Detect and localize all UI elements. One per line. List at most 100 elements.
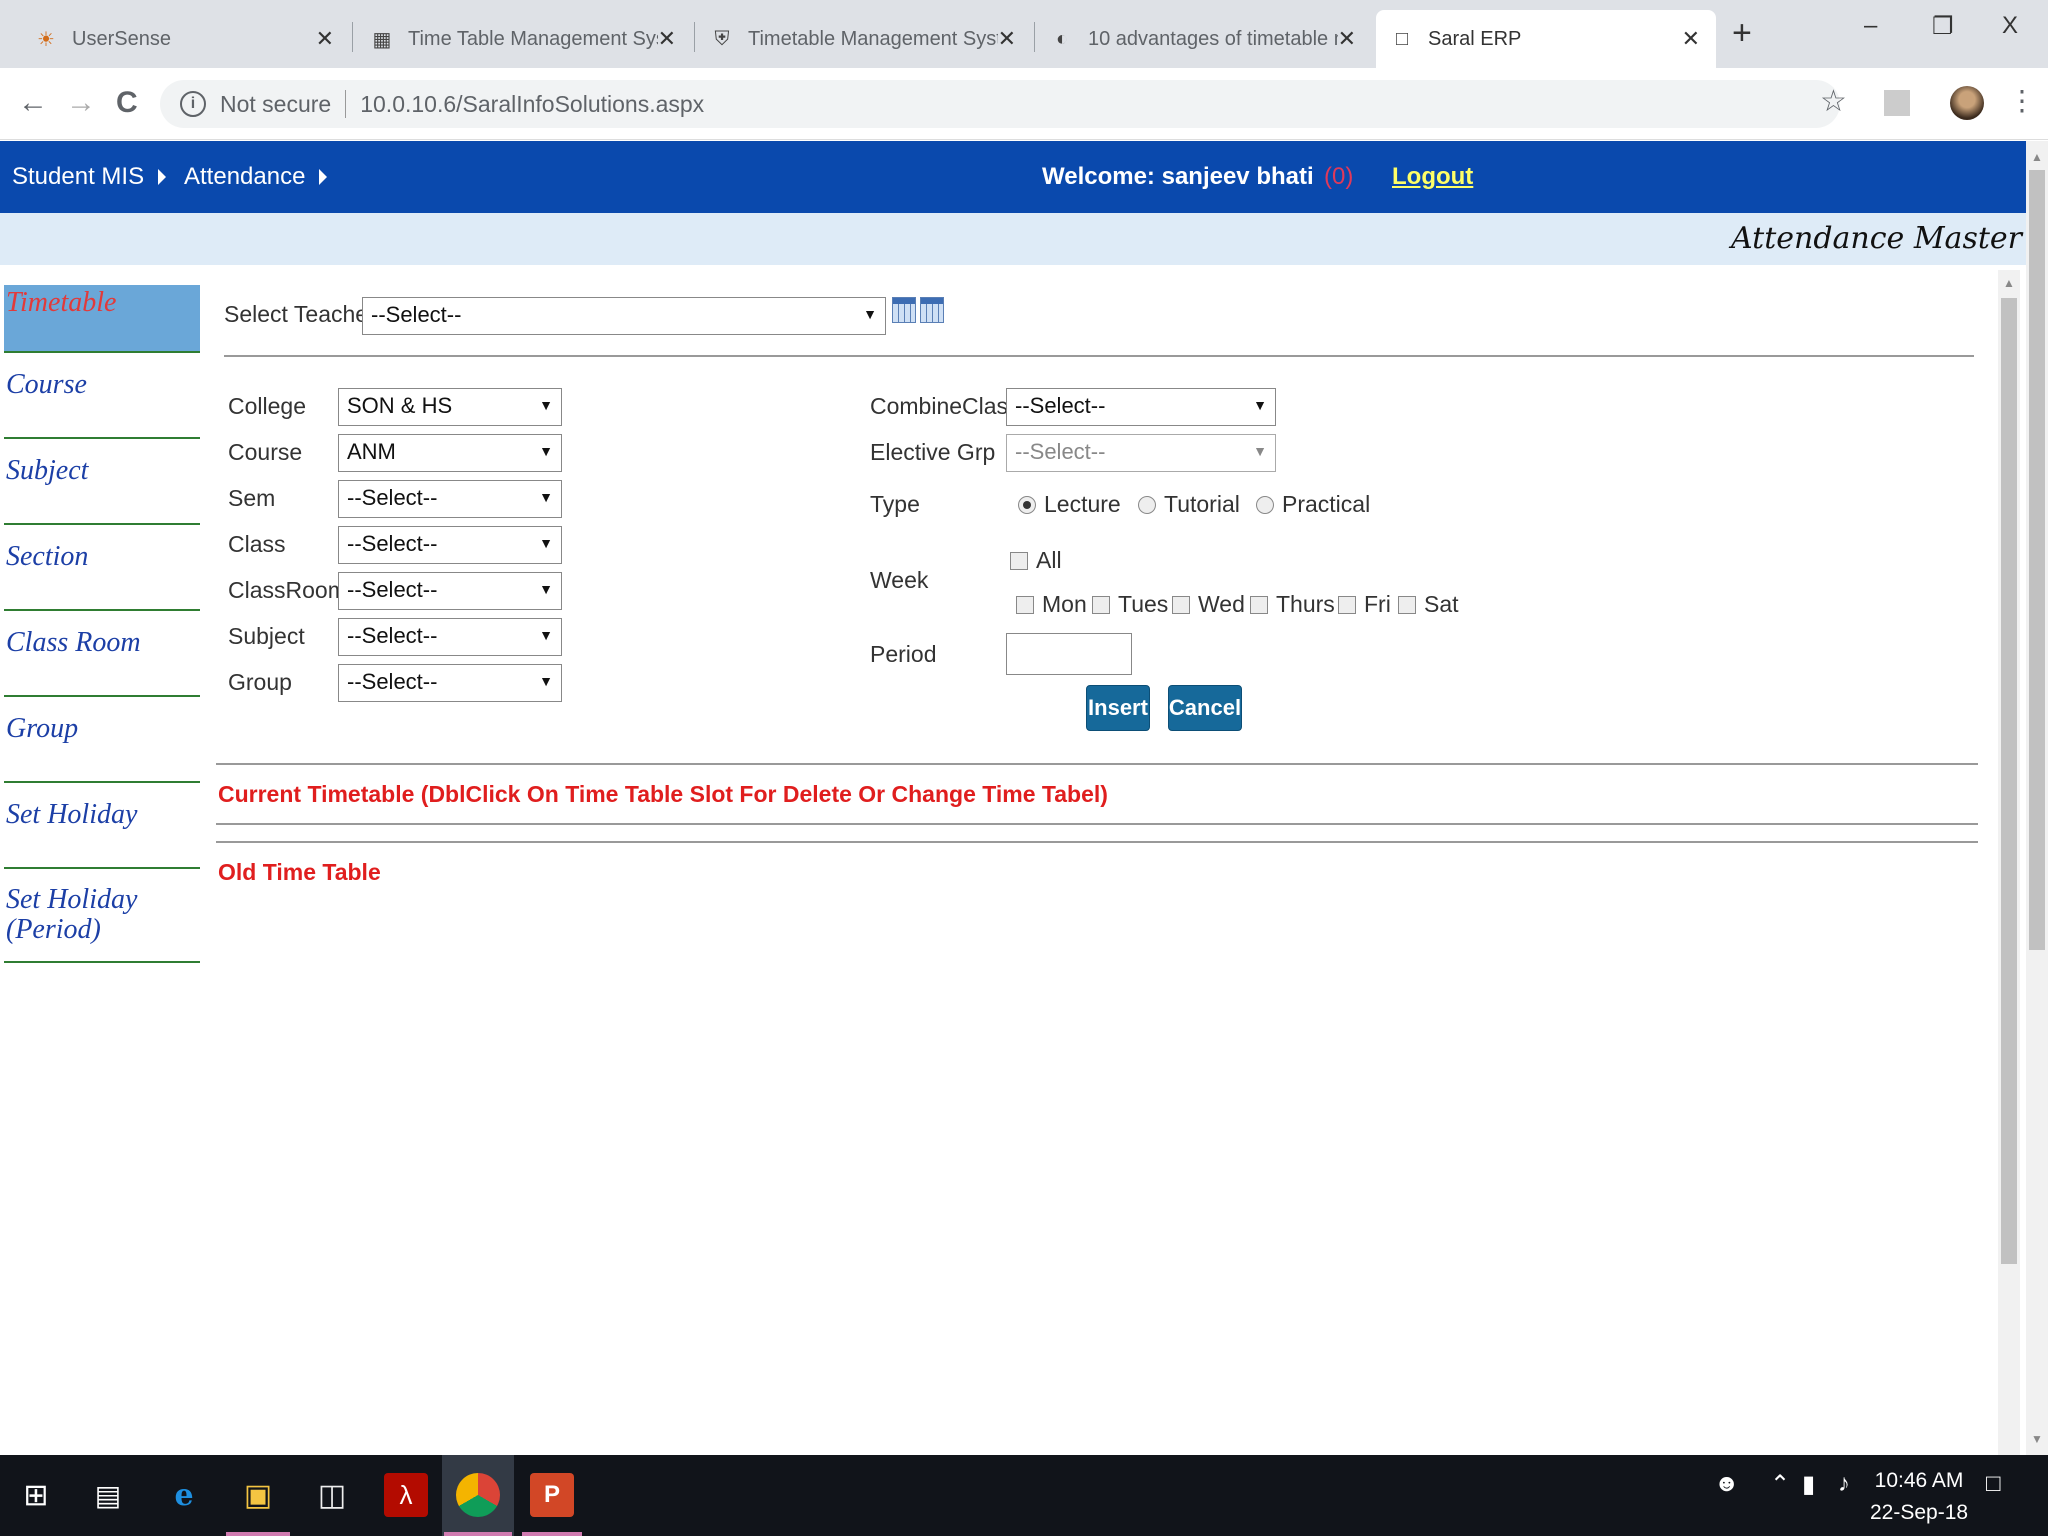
week-thurs-checkbox[interactable]: Thurs <box>1250 591 1335 618</box>
frame-scroll-up-icon[interactable]: ▲ <box>2003 276 2015 290</box>
tab-close-icon[interactable]: ✕ <box>998 26 1016 52</box>
college-select[interactable]: SON & HS <box>338 388 562 426</box>
week-mon-checkbox[interactable]: Mon <box>1016 591 1087 618</box>
forward-button[interactable]: → <box>66 86 96 120</box>
loading-favicon-icon: ◐ <box>1055 27 1069 50</box>
insert-button[interactable]: Insert <box>1086 685 1150 731</box>
tab-close-icon[interactable]: ✕ <box>316 26 334 52</box>
course-select[interactable]: ANM <box>338 434 562 472</box>
battery-icon[interactable]: ▮ <box>1802 1470 1815 1499</box>
sidebar-item-subject[interactable]: Subject <box>4 439 200 525</box>
class-select[interactable]: --Select-- <box>338 526 562 564</box>
elective-grp-select[interactable]: --Select-- <box>1006 434 1276 472</box>
page-scrollbar-thumb[interactable] <box>2029 170 2045 950</box>
tab-close-icon[interactable]: ✕ <box>1338 26 1356 52</box>
new-tab-button[interactable]: + <box>1732 14 1752 53</box>
type-radio-tutorial[interactable]: Tutorial <box>1138 491 1240 518</box>
back-button[interactable]: ← <box>18 86 48 120</box>
notification-count[interactable]: (0) <box>1324 163 1353 191</box>
bookmark-star-icon[interactable]: ☆ <box>1820 84 1847 119</box>
tab-timetable-management-system[interactable]: ⛨ Timetable Management Syster ✕ <box>696 10 1032 68</box>
menu-arrow-icon <box>319 169 328 185</box>
type-radio-lecture[interactable]: Lecture <box>1018 491 1121 518</box>
subject-select[interactable]: --Select-- <box>338 618 562 656</box>
scroll-down-icon[interactable]: ▼ <box>2031 1432 2043 1446</box>
omnibox[interactable]: i Not secure 10.0.10.6/SaralInfoSolution… <box>160 80 1840 128</box>
frame-scrollbar-thumb[interactable] <box>2001 298 2017 1264</box>
calendar-grid-icon[interactable] <box>920 297 944 323</box>
url-text[interactable]: 10.0.10.6/SaralInfoSolutions.aspx <box>360 91 704 118</box>
period-label: Period <box>870 641 937 667</box>
group-select[interactable]: --Select-- <box>338 664 562 702</box>
week-fri-checkbox[interactable]: Fri <box>1338 591 1391 618</box>
sidebar-item-group[interactable]: Group <box>4 697 200 783</box>
tab-usersense[interactable]: ☀ UserSense ✕ <box>20 10 350 68</box>
calendar-icon[interactable] <box>892 297 916 323</box>
powerpoint-icon[interactable]: P <box>530 1473 574 1517</box>
select-teacher-dropdown[interactable]: --Select-- <box>362 297 886 335</box>
volume-icon[interactable]: ♪ <box>1838 1470 1850 1498</box>
shield-favicon-icon: ⛨ <box>714 27 730 50</box>
pdf-extension-icon[interactable] <box>1884 90 1910 116</box>
tab-10-advantages[interactable]: ◐ 10 advantages of timetable ma ✕ <box>1036 10 1372 68</box>
profile-avatar[interactable] <box>1950 86 1984 120</box>
chrome-icon[interactable] <box>456 1473 500 1517</box>
menu-student-mis[interactable]: Student MIS <box>12 163 167 191</box>
task-view-icon[interactable]: ▤ <box>86 1473 130 1517</box>
week-label: Week <box>870 567 929 593</box>
week-all-checkbox[interactable]: All <box>1010 547 1062 574</box>
cancel-button[interactable]: Cancel <box>1168 685 1242 731</box>
tab-saral-erp[interactable]: □ Saral ERP ✕ <box>1376 10 1716 68</box>
menu-attendance[interactable]: Attendance <box>184 163 328 191</box>
tab-close-icon[interactable]: ✕ <box>1682 26 1700 52</box>
classroom-select[interactable]: --Select-- <box>338 572 562 610</box>
tab-time-table-management[interactable]: ▦ Time Table Management Syste ✕ <box>356 10 692 68</box>
taskbar-clock[interactable]: 10:46 AM 22-Sep-18 <box>1870 1465 1968 1529</box>
tab-separator <box>694 22 695 52</box>
notifications-icon[interactable]: □ <box>1986 1470 2001 1498</box>
tray-chevron-icon[interactable]: ⌃ <box>1770 1470 1790 1499</box>
classroom-label: ClassRoom <box>228 577 347 603</box>
checkbox-icon <box>1092 595 1110 614</box>
sidebar-item-timetable[interactable]: Timetable <box>4 285 200 353</box>
sidebar-item-class-room[interactable]: Class Room <box>4 611 200 697</box>
windows-start-icon[interactable]: ⊞ <box>14 1473 58 1517</box>
sidebar: Timetable Course Subject Section Class R… <box>4 285 200 963</box>
clock-date: 22-Sep-18 <box>1870 1501 1969 1524</box>
scroll-up-icon[interactable]: ▲ <box>2031 150 2043 164</box>
address-bar-row: ← → C i Not secure 10.0.10.6/SaralInfoSo… <box>0 68 2048 140</box>
reload-button[interactable]: C <box>116 86 138 120</box>
browser-tab-strip: ☀ UserSense ✕ ▦ Time Table Management Sy… <box>0 0 2048 68</box>
sidebar-item-section[interactable]: Section <box>4 525 200 611</box>
store-icon[interactable]: ◫ <box>310 1473 354 1517</box>
logout-link[interactable]: Logout <box>1392 163 1473 191</box>
minimize-button[interactable]: – <box>1864 12 1877 40</box>
sidebar-item-set-holiday-period[interactable]: Set Holiday (Period) <box>4 869 200 963</box>
info-icon[interactable]: i <box>180 91 206 117</box>
type-radio-practical[interactable]: Practical <box>1256 491 1370 518</box>
acrobat-icon[interactable]: λ <box>384 1473 428 1517</box>
restore-button[interactable]: ❐ <box>1932 12 1954 41</box>
combine-class-label: CombineClass <box>870 393 1020 419</box>
people-icon[interactable]: ☻ <box>1714 1470 1739 1498</box>
divider <box>216 841 1978 843</box>
file-explorer-icon[interactable]: ▣ <box>236 1473 280 1517</box>
period-input[interactable] <box>1006 633 1132 675</box>
welcome-text: Welcome: sanjeev bhati <box>1042 163 1314 190</box>
windows-taskbar <box>0 1455 2048 1536</box>
edge-browser-icon[interactable]: e <box>162 1473 206 1517</box>
checkbox-icon <box>1172 595 1190 614</box>
week-tues-checkbox[interactable]: Tues <box>1092 591 1168 618</box>
browser-menu-icon[interactable]: ⋮ <box>2008 84 2036 117</box>
tab-close-icon[interactable]: ✕ <box>658 26 676 52</box>
sidebar-item-set-holiday[interactable]: Set Holiday <box>4 783 200 869</box>
sidebar-item-course[interactable]: Course <box>4 353 200 439</box>
course-label: Course <box>228 439 303 465</box>
page-title: Attendance Master <box>1731 221 2022 256</box>
combine-class-select[interactable]: --Select-- <box>1006 388 1276 426</box>
sem-select[interactable]: --Select-- <box>338 480 562 518</box>
week-wed-checkbox[interactable]: Wed <box>1172 591 1245 618</box>
page-favicon-icon: □ <box>1395 27 1409 50</box>
close-window-button[interactable]: X <box>2002 12 2018 40</box>
week-sat-checkbox[interactable]: Sat <box>1398 591 1459 618</box>
